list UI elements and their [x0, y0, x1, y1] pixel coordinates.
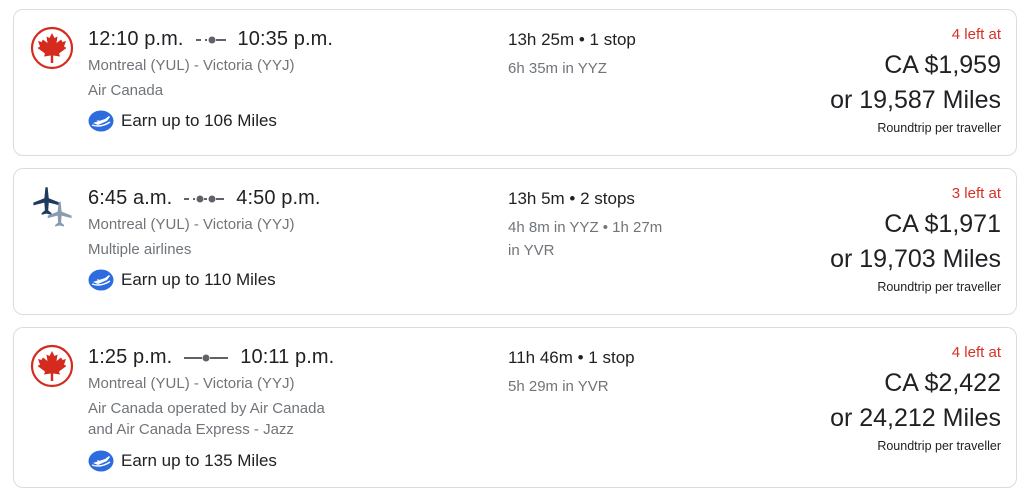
- air-canada-maple-leaf-icon: [30, 344, 74, 388]
- miles-text: Earn up to 106 Miles: [121, 111, 277, 130]
- multiple-airlines-planes-icon: [33, 187, 72, 227]
- two-stops-indicator: [184, 195, 225, 202]
- flight-times: 12:10 p.m. 10:35 p.m.: [88, 28, 333, 51]
- price-column: 4 left at CA $2,422 or 24,212 Miles Roun…: [830, 344, 1001, 453]
- flight-times: 6:45 a.m. 4:50 p.m.: [88, 187, 321, 210]
- duration-stops: 11h 46m • 1 stop: [508, 348, 635, 367]
- airline-name-line: Air Canada operated by Air Canada: [88, 400, 325, 417]
- miles-text: Earn up to 110 Miles: [121, 270, 276, 289]
- seats-left: 3 left at: [951, 185, 1001, 202]
- price-note: Roundtrip per traveller: [877, 439, 1001, 453]
- price-column: 3 left at CA $1,971 or 19,703 Miles Roun…: [830, 185, 1001, 294]
- price-miles: or 24,212 Miles: [830, 404, 1001, 432]
- duration-stops: 13h 5m • 2 stops: [508, 189, 635, 208]
- price-column: 4 left at CA $1,959 or 19,587 Miles Roun…: [830, 26, 1001, 135]
- arrival-time: 4:50 p.m.: [236, 187, 321, 209]
- layover-info: 6h 35m in YYZ: [508, 60, 607, 77]
- flight-result-card[interactable]: 6:45 a.m. 4:50 p.m. Montreal (YUL) - Vic…: [13, 168, 1017, 315]
- airline-name: Air Canada: [88, 80, 163, 101]
- route-text: Montreal (YUL) - Victoria (YYJ): [88, 216, 295, 233]
- seats-left: 4 left at: [951, 26, 1001, 43]
- flight-times: 1:25 p.m. 10:11 p.m.: [88, 346, 334, 369]
- price-miles: or 19,703 Miles: [830, 245, 1001, 273]
- price-note: Roundtrip per traveller: [877, 121, 1001, 135]
- aeroplan-icon: [88, 269, 114, 291]
- layover-info: 5h 29m in YVR: [508, 378, 609, 395]
- airline-name: Multiple airlines: [88, 239, 191, 260]
- flight-results-list: 12:10 p.m. 10:35 p.m. Montreal (YUL) - V…: [0, 0, 1024, 495]
- miles-text: Earn up to 135 Miles: [121, 451, 277, 470]
- seats-left: 4 left at: [951, 344, 1001, 361]
- price: CA $1,959: [884, 51, 1001, 79]
- price: CA $2,422: [884, 369, 1001, 397]
- route-text: Montreal (YUL) - Victoria (YYJ): [88, 57, 295, 74]
- aeroplan-icon: [88, 450, 114, 472]
- airline-name-line-2: and Air Canada Express - Jazz: [88, 421, 294, 438]
- aeroplan-miles: Earn up to 135 Miles: [88, 450, 277, 472]
- arrival-time: 10:11 p.m.: [240, 346, 335, 368]
- price: CA $1,971: [884, 210, 1001, 238]
- aeroplan-icon: [88, 110, 114, 132]
- departure-time: 12:10 p.m.: [88, 28, 184, 50]
- arrival-time: 10:35 p.m.: [237, 28, 334, 50]
- route-text: Montreal (YUL) - Victoria (YYJ): [88, 375, 295, 392]
- price-note: Roundtrip per traveller: [877, 280, 1001, 294]
- flight-result-card[interactable]: 12:10 p.m. 10:35 p.m. Montreal (YUL) - V…: [13, 9, 1017, 156]
- air-canada-maple-leaf-icon: [30, 26, 74, 70]
- flight-result-card[interactable]: 1:25 p.m. 10:11 p.m. Montreal (YUL) - Vi…: [13, 327, 1017, 488]
- duration-stops: 13h 25m • 1 stop: [508, 30, 636, 49]
- airline-name-line: Multiple airlines: [88, 241, 192, 258]
- aeroplan-miles: Earn up to 106 Miles: [88, 110, 277, 132]
- one-stop-indicator: [184, 354, 229, 361]
- departure-time: 6:45 a.m.: [88, 187, 173, 209]
- airline-name-line: Air Canada: [88, 82, 164, 99]
- one-stop-indicator: [195, 36, 226, 43]
- departure-time: 1:25 p.m.: [88, 346, 173, 368]
- airline-name: Air Canada operated by Air Canada and Ai…: [88, 398, 325, 440]
- price-miles: or 19,587 Miles: [830, 86, 1001, 114]
- layover-info: 4h 8m in YYZ • 1h 27m in YVR: [508, 219, 663, 259]
- aeroplan-miles: Earn up to 110 Miles: [88, 269, 276, 291]
